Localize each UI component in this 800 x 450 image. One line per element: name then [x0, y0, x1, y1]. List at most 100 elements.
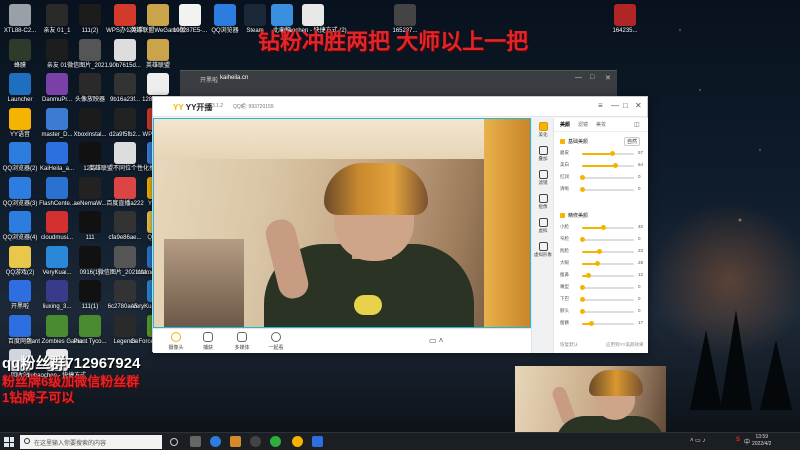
slider-track[interactable]	[580, 187, 634, 192]
edge-icon[interactable]	[210, 436, 221, 447]
filter-icon	[538, 170, 548, 179]
toolbar-camera-button[interactable]: 摄像头	[161, 332, 191, 351]
desktop-icon-label: QQ浏览器(3)	[2, 200, 38, 207]
toolbar-capture-button[interactable]: 捕获	[193, 332, 223, 351]
video-preview[interactable]	[153, 118, 531, 328]
sidebar-item-label: 美化	[538, 132, 548, 137]
section-fine-beauty[interactable]: 精修美颜	[560, 212, 588, 219]
slider-track[interactable]	[580, 309, 634, 314]
taskbar-search[interactable]: 在这里输入你要搜索的内容	[20, 435, 162, 449]
slider-knob[interactable]	[580, 237, 585, 242]
minimize-icon[interactable]: —	[575, 74, 582, 81]
apply-yy-beauty-button[interactable]: 应用到YY美颜效果	[606, 342, 644, 348]
slider-track[interactable]	[580, 175, 634, 180]
close-icon[interactable]: ✕	[635, 101, 642, 110]
slider-knob[interactable]	[594, 261, 600, 266]
beauty-mode-select[interactable]: 自然	[624, 137, 641, 146]
desktop-app-icon	[114, 142, 136, 164]
slider-knob[interactable]	[588, 321, 594, 326]
slider-knob[interactable]	[597, 249, 603, 254]
desktop-app-icon	[46, 280, 68, 302]
desktop-icon-label: liuxing_3...	[42, 304, 72, 310]
desktop-icon[interactable]: 164235...	[605, 2, 645, 42]
minimize-icon[interactable]: —	[611, 101, 619, 110]
sidebar-item[interactable]: 虚拟形象	[534, 242, 552, 258]
kaiheila-taskbar-icon[interactable]	[312, 436, 323, 447]
checkbox-icon[interactable]	[560, 213, 565, 219]
beauty-tabs: 美颜 滤镜 美妆 ◫	[554, 118, 648, 132]
toolbar-watch-together-button[interactable]: 一起看	[261, 332, 291, 351]
slider-track[interactable]	[580, 285, 634, 290]
desktop-app-icon	[9, 176, 31, 199]
start-button[interactable]	[4, 437, 14, 447]
task-view-icon[interactable]	[170, 438, 178, 446]
toolbar-media-button[interactable]: 多媒体	[227, 332, 257, 351]
yy-taskbar-icon[interactable]	[292, 436, 303, 447]
tab-beauty[interactable]: 美颜	[560, 121, 570, 128]
slider-knob[interactable]	[580, 309, 585, 314]
slider-track[interactable]	[582, 151, 634, 156]
desktop-icon-label: 开黑啦	[10, 304, 29, 310]
slider-knob[interactable]	[613, 163, 619, 168]
desktop-app-icon	[79, 280, 101, 302]
checkbox-icon[interactable]	[560, 139, 565, 145]
slider-value: 0	[638, 308, 641, 313]
slider-track[interactable]	[582, 273, 634, 278]
taskbar-app-icon[interactable]	[190, 436, 201, 447]
sidebar-item[interactable]: 美化	[534, 122, 552, 138]
virtual-icon	[538, 242, 548, 251]
close-icon[interactable]: ✕	[605, 74, 611, 82]
desktop-icon-label: 111(2)	[81, 28, 99, 34]
slider-knob[interactable]	[600, 225, 606, 230]
tray-arrows-icon[interactable]: ˄ ▭ ♪	[690, 437, 706, 444]
slider-label: 额头	[560, 308, 569, 313]
taskbar-app-icon[interactable]	[250, 436, 261, 447]
slider-track[interactable]	[582, 225, 634, 230]
slider-track[interactable]	[582, 249, 634, 254]
beauty-slider-row: 红润 0	[560, 174, 645, 182]
wechat-icon[interactable]	[270, 436, 281, 447]
compare-icon[interactable]: ◫	[634, 121, 640, 128]
tab-filter[interactable]: 滤镜	[578, 121, 588, 128]
taskbar-clock[interactable]: 13:59 2022/4/2	[752, 434, 771, 448]
record-icon[interactable]: ▭ ˄	[429, 336, 443, 345]
slider-knob[interactable]	[586, 273, 592, 278]
browser-tab[interactable]: 开黑啦	[200, 75, 218, 84]
slider-knob[interactable]	[580, 285, 585, 290]
folder-icon[interactable]	[230, 436, 241, 447]
sidebar-item[interactable]: 抠像	[534, 194, 552, 210]
desktop-icon-label: XboxInstal...	[73, 131, 107, 138]
slider-track[interactable]	[580, 237, 634, 242]
sidebar-item[interactable]: 虚拟	[534, 218, 552, 234]
maximize-icon[interactable]: □	[590, 74, 594, 81]
watch-together-icon	[271, 332, 281, 342]
slider-knob[interactable]	[580, 187, 585, 192]
slider-track[interactable]	[582, 321, 634, 326]
language-indicator[interactable]: 中	[744, 437, 750, 446]
slider-knob[interactable]	[580, 175, 585, 180]
slider-track[interactable]	[582, 261, 634, 266]
slider-knob[interactable]	[580, 297, 585, 302]
tab-makeup[interactable]: 美妆	[596, 121, 606, 128]
reset-default-button[interactable]: 恢复默认	[560, 342, 578, 348]
slider-label: 瘦颧	[560, 320, 569, 325]
menu-icon[interactable]: ≡	[598, 101, 603, 110]
sidebar-item[interactable]: 滤镜	[534, 170, 552, 186]
browser-window[interactable]: 开黑啦 kaiheila.cn — □ ✕	[180, 70, 617, 98]
browser-url[interactable]: kaiheila.cn	[220, 75, 248, 81]
beauty-slider-row: 额头 0	[560, 308, 645, 316]
desktop-icon-label: 亲友 01_1	[43, 28, 71, 34]
slider-knob[interactable]	[609, 151, 615, 156]
sogou-ime-icon[interactable]: S	[736, 437, 740, 443]
desktop-icon-label: Plant Tyco...	[73, 338, 107, 345]
wallpaper-tree	[690, 330, 722, 410]
slider-track[interactable]	[580, 297, 634, 302]
slider-label: 清晰	[560, 186, 569, 191]
section-basic-beauty[interactable]: 基础美颜	[560, 138, 588, 145]
maximize-icon[interactable]: □	[623, 101, 628, 110]
slider-track[interactable]	[582, 163, 634, 168]
desktop-icon-label: 164235...	[612, 28, 638, 34]
sidebar-item[interactable]: 叠加	[534, 146, 552, 162]
desktop-icon-label: master_D...	[41, 131, 73, 138]
wallpaper-tree	[760, 340, 792, 410]
